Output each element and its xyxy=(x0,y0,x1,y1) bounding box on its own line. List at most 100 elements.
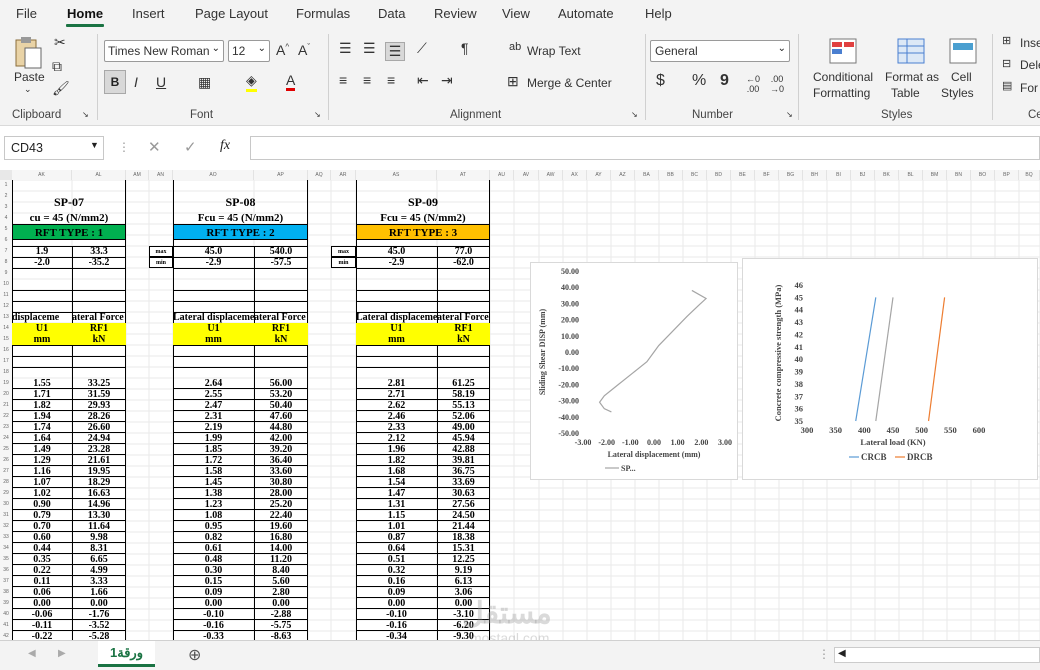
bold-button[interactable]: B xyxy=(104,70,126,94)
data-disp[interactable]: -0.22 xyxy=(12,631,72,640)
row-header[interactable]: 19 xyxy=(0,378,12,389)
add-sheet-icon[interactable]: ⊕ xyxy=(188,645,201,665)
specimen-title[interactable]: SP-09 xyxy=(356,191,490,213)
column-header[interactable]: AQ xyxy=(308,170,331,180)
sheet-tab[interactable]: ورقة1 xyxy=(98,641,155,667)
align-bottom-icon[interactable]: ☰ xyxy=(385,42,405,61)
column-header[interactable]: BE xyxy=(731,170,755,180)
cancel-icon[interactable]: ✕ xyxy=(148,138,161,156)
row-header[interactable]: 1 xyxy=(0,180,12,191)
chevron-down-icon[interactable]: ▼ xyxy=(90,140,99,150)
specimen-title[interactable]: SP-08 xyxy=(173,191,308,213)
row-header[interactable]: 41 xyxy=(0,620,12,631)
row-header[interactable]: 27 xyxy=(0,466,12,477)
paste-icon[interactable] xyxy=(12,36,44,70)
align-top-icon[interactable]: ☰ xyxy=(339,40,352,57)
column-header[interactable]: BH xyxy=(803,170,827,180)
align-right-icon[interactable]: ≡ xyxy=(387,72,395,88)
specimen-title[interactable]: SP-07 xyxy=(12,191,126,213)
column-header[interactable]: AK xyxy=(12,170,72,180)
row-header[interactable]: 7 xyxy=(0,246,12,257)
row-header[interactable]: 5 xyxy=(0,224,12,235)
column-header[interactable]: AZ xyxy=(611,170,635,180)
row-header[interactable]: 31 xyxy=(0,510,12,521)
orientation-icon[interactable]: ⟋ xyxy=(417,40,427,57)
merge-center-button[interactable]: Merge & Center xyxy=(527,76,612,90)
comma-button[interactable]: 9 xyxy=(720,72,729,90)
dialog-launcher-icon[interactable]: ↘ xyxy=(82,110,89,119)
prev-sheet-icon[interactable]: ◀ xyxy=(28,648,36,659)
rft-type-badge[interactable]: RFT TYPE : 3 xyxy=(356,224,490,240)
max-disp[interactable]: 45.0 xyxy=(356,246,437,257)
column-header[interactable]: BN xyxy=(947,170,971,180)
data-disp[interactable]: -0.33 xyxy=(173,631,254,640)
data-disp[interactable]: -0.34 xyxy=(356,631,437,640)
row-header[interactable]: 25 xyxy=(0,444,12,455)
unit-mm[interactable]: mm xyxy=(12,334,72,345)
format-cells-button[interactable]: For xyxy=(1020,81,1038,95)
column-header[interactable]: AO xyxy=(173,170,254,180)
header-rf1[interactable]: RF1 xyxy=(72,323,126,334)
max-force[interactable]: 540.0 xyxy=(254,246,308,257)
text-direction-icon[interactable]: ¶ xyxy=(461,40,469,56)
unit-kn[interactable]: kN xyxy=(254,334,308,345)
row-header[interactable]: 32 xyxy=(0,521,12,532)
row-header[interactable]: 21 xyxy=(0,400,12,411)
fx-icon[interactable]: fx xyxy=(220,138,230,154)
column-header[interactable]: BJ xyxy=(851,170,875,180)
decrease-font-icon[interactable]: Aˇ xyxy=(298,42,310,58)
header-force[interactable]: ateral Force xyxy=(72,312,126,323)
column-header[interactable]: AX xyxy=(563,170,587,180)
column-header[interactable]: BF xyxy=(755,170,779,180)
percent-button[interactable]: % xyxy=(692,72,706,90)
unit-kn[interactable]: kN xyxy=(72,334,126,345)
header-u1[interactable]: U1 xyxy=(173,323,254,334)
increase-indent-icon[interactable]: ⇥ xyxy=(441,72,453,89)
max-disp[interactable]: 1.9 xyxy=(12,246,72,257)
horizontal-scrollbar[interactable]: ◀ xyxy=(834,647,1040,663)
insert-cells-button[interactable]: Inse xyxy=(1020,36,1040,50)
row-header[interactable]: 12 xyxy=(0,301,12,312)
row-header[interactable]: 15 xyxy=(0,334,12,345)
row-header[interactable]: 8 xyxy=(0,257,12,268)
min-force[interactable]: -57.5 xyxy=(254,257,308,268)
font-size-select[interactable]: 12 ⌄ xyxy=(228,40,270,62)
column-header[interactable]: AL xyxy=(72,170,126,180)
max-disp[interactable]: 45.0 xyxy=(173,246,254,257)
row-header[interactable]: 38 xyxy=(0,587,12,598)
enter-icon[interactable]: ✓ xyxy=(184,138,197,156)
column-header[interactable]: BQ xyxy=(1019,170,1040,180)
row-header[interactable]: 37 xyxy=(0,576,12,587)
column-header[interactable]: BP xyxy=(995,170,1019,180)
column-header[interactable]: BO xyxy=(971,170,995,180)
min-disp[interactable]: -2.0 xyxy=(12,257,72,268)
max-force[interactable]: 77.0 xyxy=(437,246,490,257)
row-header[interactable]: 34 xyxy=(0,543,12,554)
min-disp[interactable]: -2.9 xyxy=(356,257,437,268)
column-header[interactable]: AU xyxy=(490,170,514,180)
header-u1[interactable]: U1 xyxy=(12,323,72,334)
dialog-launcher-icon[interactable]: ↘ xyxy=(314,110,321,119)
format-cells-icon[interactable]: ▤ xyxy=(1002,79,1012,92)
header-displacement[interactable]: Lateral displaceme xyxy=(356,312,437,323)
paste-button[interactable]: Paste xyxy=(14,70,45,84)
increase-decimal-icon[interactable]: ←0.00 xyxy=(746,74,760,94)
row-header[interactable]: 36 xyxy=(0,565,12,576)
row-header[interactable]: 6 xyxy=(0,235,12,246)
header-displacement[interactable]: Lateral displaceme xyxy=(173,312,254,323)
min-label[interactable]: min xyxy=(331,257,356,268)
column-header[interactable]: BG xyxy=(779,170,803,180)
number-format-select[interactable]: General ⌄ xyxy=(650,40,790,62)
column-header[interactable]: BI xyxy=(827,170,851,180)
row-header[interactable]: 16 xyxy=(0,345,12,356)
row-header[interactable]: 22 xyxy=(0,411,12,422)
row-header[interactable]: 18 xyxy=(0,367,12,378)
insert-cells-icon[interactable]: ⊞ xyxy=(1002,34,1011,47)
row-header[interactable]: 23 xyxy=(0,422,12,433)
underline-button[interactable]: U xyxy=(156,74,166,90)
copy-icon[interactable]: ⧉ xyxy=(52,58,62,75)
column-header[interactable]: BB xyxy=(659,170,683,180)
currency-button[interactable]: $ xyxy=(656,72,665,90)
select-all-corner[interactable] xyxy=(0,170,12,180)
decrease-decimal-icon[interactable]: .00 →0 xyxy=(770,74,784,94)
